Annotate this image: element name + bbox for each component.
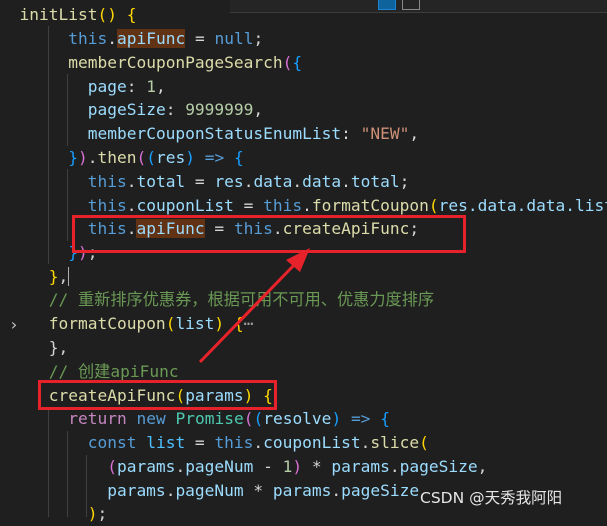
annotation-arrow	[198, 248, 310, 364]
watermark: CSDN @天秀我阿阳	[420, 489, 563, 507]
code-editor[interactable]: › initList() { this.apiFunc = null; memb…	[0, 0, 607, 523]
